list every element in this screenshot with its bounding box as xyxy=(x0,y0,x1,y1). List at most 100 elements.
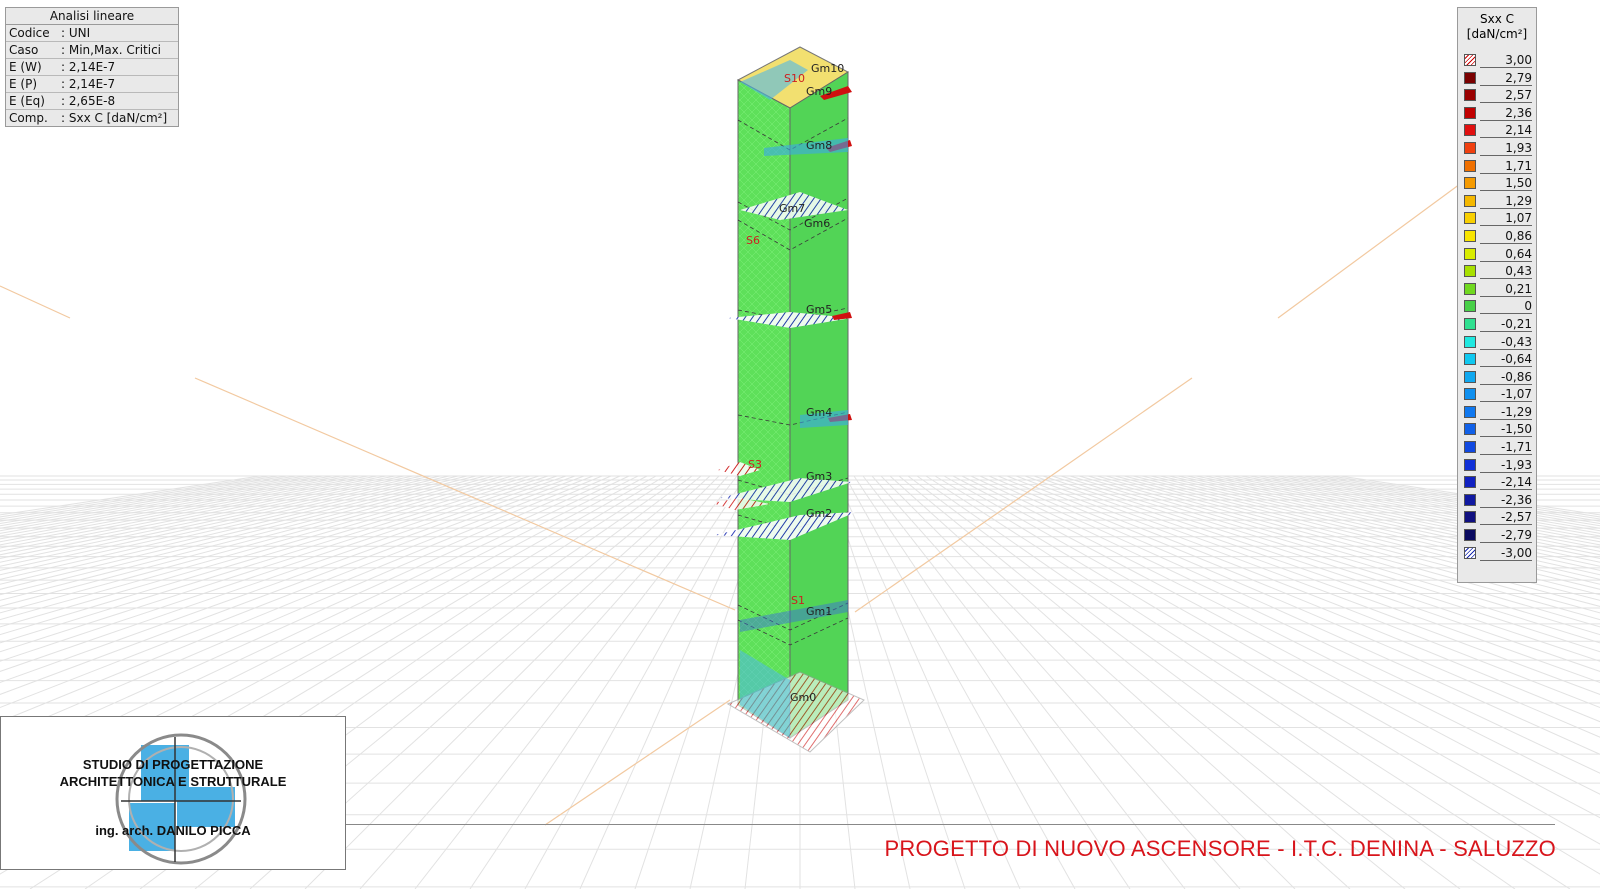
tower-model[interactable]: Gm10 Gm9 Gm8 Gm7 Gm6 Gm5 Gm4 Gm3 Gm2 Gm1… xyxy=(712,46,865,753)
legend-value: -2,57 xyxy=(1480,510,1532,526)
label-gm6: Gm6 xyxy=(804,217,830,230)
legend-value: 2,14 xyxy=(1480,123,1532,139)
legend-entry: 1,07 xyxy=(1462,209,1532,227)
legend-value: 2,36 xyxy=(1480,106,1532,121)
legend-value: 1,50 xyxy=(1480,176,1532,192)
legend-swatch xyxy=(1464,353,1476,366)
legend-entry: 1,29 xyxy=(1462,192,1532,210)
legend-swatch xyxy=(1464,71,1476,84)
legend-entry: 3,00 xyxy=(1462,51,1532,69)
analysis-info-panel: Analisi lineare Codice: UNI Caso: Min,Ma… xyxy=(5,7,179,127)
legend-value: -0,86 xyxy=(1480,370,1532,385)
label-s6: S6 xyxy=(746,234,760,247)
legend-swatch xyxy=(1464,493,1476,506)
legend-entry: 0,43 xyxy=(1462,262,1532,280)
legend-swatch xyxy=(1464,388,1476,401)
legend-entry: -1,93 xyxy=(1462,456,1532,474)
legend-swatch xyxy=(1464,282,1476,295)
legend-value: 3,00 xyxy=(1480,53,1532,68)
legend-value: -0,43 xyxy=(1480,335,1532,350)
legend-value: -0,64 xyxy=(1480,352,1532,368)
label-s10: S10 xyxy=(784,72,805,85)
label-gm5: Gm5 xyxy=(806,303,832,316)
legend-swatch xyxy=(1464,247,1476,260)
legend-swatch xyxy=(1464,423,1476,436)
legend-value: -1,29 xyxy=(1480,405,1532,420)
label-gm2: Gm2 xyxy=(806,507,832,520)
legend-swatch xyxy=(1464,458,1476,471)
legend-entry: -3,00 xyxy=(1462,544,1532,562)
legend-unit: [daN/cm²] xyxy=(1466,27,1528,41)
info-row-caso: Caso: Min,Max. Critici xyxy=(6,42,178,59)
legend-swatch xyxy=(1464,529,1476,542)
legend-swatch xyxy=(1464,177,1476,190)
legend-entry: 0,64 xyxy=(1462,245,1532,263)
legend-entry: -2,79 xyxy=(1462,526,1532,544)
legend-entry: -0,64 xyxy=(1462,350,1532,368)
legend-entry: 2,79 xyxy=(1462,69,1532,87)
legend-entry: -2,57 xyxy=(1462,508,1532,526)
legend-value: -1,50 xyxy=(1480,422,1532,438)
label-gm7: Gm7 xyxy=(779,202,805,215)
legend-swatch xyxy=(1464,335,1476,348)
logo-blue-square-right xyxy=(177,787,235,827)
logo-line-3: ing. arch. DANILO PICCA xyxy=(95,823,251,838)
project-title: PROGETTO DI NUOVO ASCENSORE - I.T.C. DEN… xyxy=(884,836,1556,861)
label-gm10: Gm10 xyxy=(811,62,844,75)
legend-entry: -2,14 xyxy=(1462,473,1532,491)
legend-entry: 1,71 xyxy=(1462,157,1532,175)
legend-entry: 1,93 xyxy=(1462,139,1532,157)
legend-swatch xyxy=(1464,106,1476,119)
logo-line-1: STUDIO DI PROGETTAZIONE xyxy=(82,757,264,772)
legend-entry: 2,14 xyxy=(1462,121,1532,139)
legend-value: -2,14 xyxy=(1480,475,1532,491)
legend-value: 1,93 xyxy=(1480,141,1532,156)
legend-entry: 0,21 xyxy=(1462,280,1532,298)
legend-entry: 2,36 xyxy=(1462,104,1532,122)
legend-entry: 2,57 xyxy=(1462,86,1532,104)
legend-entry: 0 xyxy=(1462,297,1532,315)
label-s3: S3 xyxy=(748,458,762,471)
tower-side-face xyxy=(789,71,849,739)
legend-value: 2,57 xyxy=(1480,88,1532,104)
legend-entry: -1,07 xyxy=(1462,385,1532,403)
legend-swatch xyxy=(1464,141,1476,154)
legend-swatch xyxy=(1464,317,1476,330)
label-gm0: Gm0 xyxy=(790,691,816,704)
legend-value: 0,21 xyxy=(1480,282,1532,297)
legend-value: -3,00 xyxy=(1480,546,1532,561)
legend-value: 1,07 xyxy=(1480,211,1532,227)
legend-entry: 1,50 xyxy=(1462,174,1532,192)
label-gm1: Gm1 xyxy=(806,605,832,618)
legend-swatch xyxy=(1464,476,1476,489)
info-row-ew: E (W): 2,14E-7 xyxy=(6,59,178,76)
legend-swatch xyxy=(1464,546,1476,559)
legend-value: -2,79 xyxy=(1480,528,1532,544)
studio-logo-box: STUDIO DI PROGETTAZIONE ARCHITETTONICA E… xyxy=(0,716,346,870)
legend-swatch xyxy=(1464,300,1476,313)
legend-swatch xyxy=(1464,159,1476,172)
info-title: Analisi lineare xyxy=(6,8,178,25)
stress-color-legend: Sxx C [daN/cm²] 3,00 2,79 2,57 2,36 2,14 1,93… xyxy=(1457,7,1537,583)
legend-entry: -1,50 xyxy=(1462,420,1532,438)
legend-swatch xyxy=(1464,89,1476,102)
logo-line-2: ARCHITETTONICA E STRUTTURALE xyxy=(59,774,287,789)
legend-value: -2,36 xyxy=(1480,493,1532,508)
legend-swatch xyxy=(1464,370,1476,383)
legend-value: -1,71 xyxy=(1480,440,1532,456)
legend-value: 0,86 xyxy=(1480,229,1532,244)
legend-swatch xyxy=(1464,54,1476,66)
legend-value: -1,93 xyxy=(1480,458,1532,473)
legend-value: 0 xyxy=(1480,299,1532,315)
studio-logo-mark xyxy=(115,733,247,865)
legend-value: 1,71 xyxy=(1480,159,1532,174)
divider-line xyxy=(345,824,1555,825)
label-s1: S1 xyxy=(791,594,805,607)
legend-swatch xyxy=(1464,229,1476,242)
tower-front-face xyxy=(737,79,791,739)
legend-value: 2,79 xyxy=(1480,71,1532,86)
legend-swatch xyxy=(1464,441,1476,454)
legend-swatch xyxy=(1464,194,1476,207)
label-gm3: Gm3 xyxy=(806,470,832,483)
legend-entry: -1,71 xyxy=(1462,438,1532,456)
